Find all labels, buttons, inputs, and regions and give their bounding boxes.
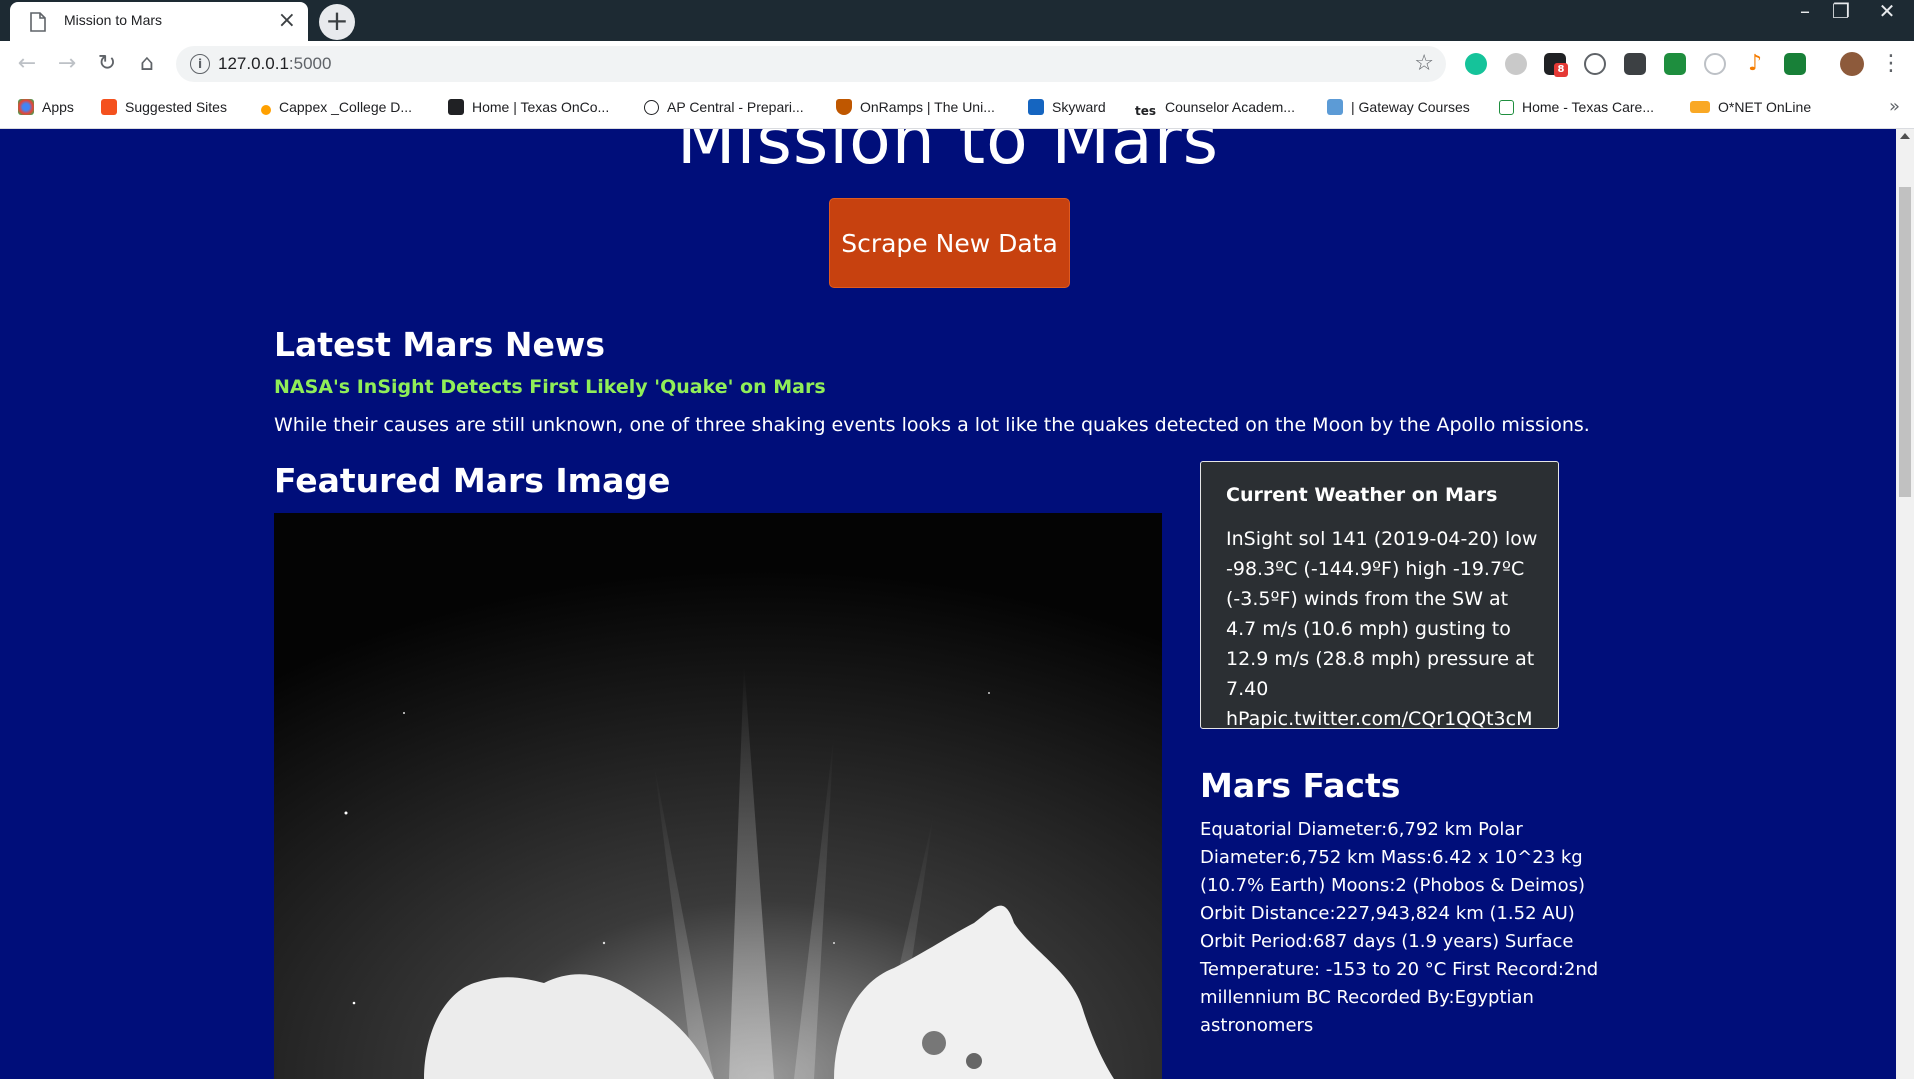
scrollbar-thumb[interactable] [1899,187,1911,497]
weather-report: InSight sol 141 (2019-04-20) low -98.3ºC… [1226,528,1538,730]
menu-dots-icon[interactable]: ⋮ [1880,52,1902,78]
bookmarks-bar: Apps Suggested Sites Cappex _College D..… [0,88,1914,129]
page-scrollbar[interactable] [1896,129,1914,1079]
bookmark-counselor-academy[interactable]: tes Counselor Academ... [1135,99,1295,119]
more-bookmarks-icon[interactable]: » [1889,96,1900,117]
tab-title: Mission to Mars [64,12,163,28]
bookmark-onet[interactable]: O*NET OnLine [1690,99,1811,119]
reload-icon[interactable]: ↻ [94,52,120,78]
browser-toolbar: ← → ↻ ⌂ i 127.0.0.1:5000 ☆ 8 ♪ ⋮ [0,41,1914,88]
mars-facts-heading: Mars Facts [1200,766,1401,805]
bookmark-skyward[interactable]: Skyward [1028,99,1106,119]
amazon-extension-icon[interactable]: 8 [1544,53,1568,77]
texas-oncourse-icon [448,99,464,115]
bookmark-suggested-sites[interactable]: Suggested Sites [101,99,227,119]
skyward-icon [1028,99,1044,115]
bookmark-label: Apps [42,99,74,115]
page-content: Mission to Mars Scrape New Data Latest M… [0,129,1896,1079]
url-port: :5000 [288,54,332,73]
bookmark-label: Skyward [1052,99,1106,115]
weather-title: Current Weather on Mars [1226,484,1498,506]
mars-weather-card: Current Weather on Mars InSight sol 141 … [1200,461,1559,730]
tes-icon: tes [1135,104,1157,118]
bookmark-label: Counselor Academ... [1165,99,1295,115]
google-classroom-icon[interactable] [1664,53,1686,75]
mars-facts-table: Equatorial Diameter:6,792 km Polar Diame… [1200,819,1599,1036]
tab-strip: Mission to Mars × + – ❐ ✕ [0,0,1914,41]
bookmark-label: AP Central - Prepari... [667,99,804,115]
browser-tab[interactable]: Mission to Mars × [10,2,308,41]
bookmark-texas-onco[interactable]: Home | Texas OnCo... [448,99,609,119]
extension-shield-icon[interactable] [1624,53,1646,75]
close-window-icon[interactable]: ✕ [1864,0,1910,24]
ap-central-icon [644,100,659,115]
apps-grid-icon [18,99,34,115]
bookmark-label: Cappex _College D... [279,99,413,115]
cast-extension-icon[interactable] [1784,53,1806,75]
bookmark-label: O*NET OnLine [1718,99,1812,115]
gateway-star-icon [1327,99,1343,115]
bookmark-gateway-courses[interactable]: | Gateway Courses [1327,99,1470,119]
extension-gray-icon[interactable] [1505,53,1527,75]
address-bar[interactable]: i 127.0.0.1:5000 ☆ [176,46,1446,82]
comet-photo [274,513,1162,1079]
home-icon[interactable]: ⌂ [134,52,160,78]
bookmark-onramps[interactable]: OnRamps | The Uni... [836,99,995,119]
cappex-icon [261,105,271,115]
bookmark-label: Home | Texas OnCo... [472,99,610,115]
help-extension-icon[interactable] [1704,53,1726,75]
extension-badge: 8 [1554,63,1568,77]
back-icon[interactable]: ← [14,52,40,78]
forward-icon[interactable]: → [54,52,80,78]
news-teaser: While their causes are still unknown, on… [274,414,1590,436]
scrape-new-data-button[interactable]: Scrape New Data [829,198,1070,288]
restore-icon[interactable]: ❐ [1818,0,1864,24]
bookmark-apps[interactable]: Apps [18,99,74,119]
onet-icon [1690,101,1710,113]
extension-circle-icon[interactable] [1584,53,1606,75]
bookmark-star-icon[interactable]: ☆ [1414,51,1434,76]
featured-image-heading: Featured Mars Image [274,461,671,500]
new-tab-button[interactable]: + [319,4,355,40]
onramps-shield-icon [836,99,852,115]
url-text[interactable]: 127.0.0.1:5000 [218,54,331,74]
scroll-up-icon[interactable] [1900,133,1910,139]
profile-avatar[interactable] [1840,52,1864,76]
bookmark-texas-career[interactable]: Home - Texas Care... [1499,99,1654,119]
page-icon [30,12,46,32]
bookmark-label: Home - Texas Care... [1522,99,1655,115]
bookmark-label: | Gateway Courses [1351,99,1470,115]
suggested-sites-icon [101,99,117,115]
close-tab-icon[interactable]: × [278,8,296,34]
news-headline-link[interactable]: NASA's InSight Detects First Likely 'Qua… [274,376,826,398]
bookmark-label: OnRamps | The Uni... [860,99,995,115]
url-host: 127.0.0.1 [218,54,289,73]
grammarly-icon[interactable] [1465,53,1487,75]
bookmark-label: Suggested Sites [125,99,227,115]
bookmark-ap-central[interactable]: AP Central - Prepari... [644,99,804,119]
extension-music-icon[interactable]: ♪ [1744,53,1766,75]
featured-mars-image[interactable] [274,513,1162,1079]
texas-career-star-icon [1499,100,1514,115]
news-heading: Latest Mars News [274,325,605,364]
page-title: Mission to Mars [676,129,1220,180]
bookmark-cappex[interactable]: Cappex _College D... [261,99,412,119]
site-info-icon[interactable]: i [190,54,210,74]
